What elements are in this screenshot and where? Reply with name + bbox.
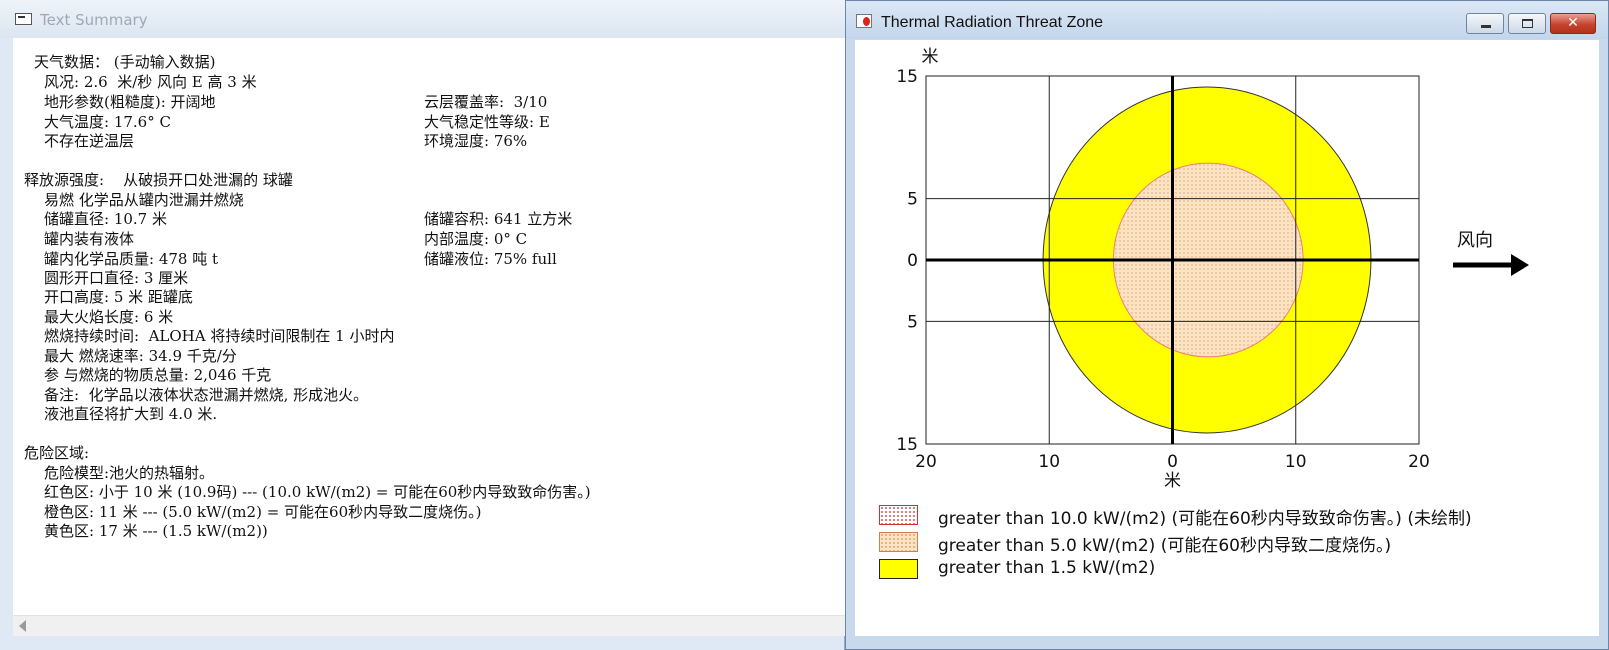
summary-line: 开口高度: 5 米 距罐底 [44,288,193,306]
summary-line: 备注: 化学品以液体状态泄漏并燃烧, 形成池火。 [44,386,369,404]
summary-line: 危险模型:池火的热辐射。 [44,464,215,482]
summary-line: 储罐容积: 641 立方米 [424,210,573,228]
summary-line: 橙色区: 11 米 --- (5.0 kW/(m2) = 可能在60秒内导致二度… [44,503,482,521]
summary-line: 风况: 2.6 米/秒 风向 E 高 3 米 [44,73,257,91]
maximize-button[interactable] [1508,13,1546,34]
summary-line: 云层覆盖率: 3/10 [424,93,548,111]
legend-swatch-red [879,505,918,525]
summary-line: 环境湿度: 76% [424,132,528,150]
legend-label: greater than 5.0 kW/(m2) (可能在60秒内导致二度烧伤。… [938,536,1392,556]
y-tick-label: 5 [907,190,918,210]
close-icon: ✕ [1567,15,1579,31]
summary-line: 易燃 化学品从罐内泄漏并燃烧 [44,191,244,209]
scroll-left-arrow-icon[interactable] [19,620,26,632]
minimize-icon [1481,25,1491,28]
summary-line: 参 与燃烧的物质总量: 2,046 千克 [44,366,272,384]
threat-zone-titlebar[interactable]: Thermal Radiation Threat Zone ✕ [846,1,1608,39]
summary-line: 圆形开口直径: 3 厘米 [44,269,189,287]
summary-line: 黄色区: 17 米 --- (1.5 kW/(m2)) [44,522,268,540]
summary-line: 最大 燃烧速率: 34.9 千克/分 [44,347,237,365]
threat-zone-window: Thermal Radiation Threat Zone ✕ 20 10 0 10 2… [845,0,1609,650]
summary-line: 储罐液位: 75% full [424,250,557,268]
window-icon [15,13,32,25]
summary-line: 大气稳定性等级: E [424,113,550,131]
y-tick-label: 0 [907,251,918,271]
threat-zone-chart: 20 10 0 10 201550515米米 风向 [896,47,1529,490]
x-tick-label: 10 [1038,452,1060,472]
maximize-icon [1522,19,1533,28]
y-tick-label: 15 [896,435,918,455]
window-title: Thermal Radiation Threat Zone [881,14,1104,31]
text-summary-window: Text Summary 天气数据： (手动输入数据) 风况: 2.6 米/秒 … [0,0,845,650]
summary-line: 地形参数(粗糙度): 开阔地 [44,93,216,111]
x-tick-label: 0 [1167,452,1178,472]
summary-line: 储罐直径: 10.7 米 [44,210,167,228]
summary-line: 罐内装有液体 [44,230,135,248]
wind-arrow-icon [1453,254,1529,276]
horizontal-scrollbar[interactable] [13,615,845,636]
summary-line: 大气温度: 17.6° C [44,113,171,131]
summary-line: 罐内化学品质量: 478 吨 t [44,250,219,268]
text-summary-titlebar[interactable]: Text Summary [0,0,845,38]
x-tick-label: 20 [915,452,937,472]
summary-line: 红色区: 小于 10 米 (10.9码) --- (10.0 kW/(m2) =… [44,483,591,501]
x-tick-label: 20 [1408,452,1430,472]
summary-line: 天气数据： (手动输入数据) [34,53,216,71]
legend-swatch-orange [879,532,918,552]
window-title: Text Summary [40,11,148,29]
threat-zone-plot-area: 20 10 0 10 20 15 5 0 5 15 米米 风向 greater than 10.0 … [855,40,1599,636]
y-tick-label: 15 [896,67,918,87]
x-tick-label: 10 [1285,452,1307,472]
legend-label: greater than 10.0 kW/(m2) (可能在60秒内导致致命伤害… [938,509,1472,529]
summary-line: 不存在逆温层 [44,132,135,150]
y-unit-label: 米 [922,47,939,67]
summary-line: 液池直径将扩大到 4.0 米. [44,405,218,423]
minimize-button[interactable] [1466,13,1504,34]
summary-line: 燃烧持续时间: ALOHA 将持续时间限制在 1 小时内 [44,327,395,345]
y-tick-label: 5 [907,312,918,332]
x-unit-label: 米 [1164,471,1181,490]
app-icon [856,14,872,28]
summary-line: 最大火焰长度: 6 米 [44,308,174,326]
legend-label: greater than 1.5 kW/(m2) [938,558,1156,578]
legend-swatch-yellow [879,559,918,579]
summary-line: 释放源强度: 从破损开口处泄漏的 球罐 [24,171,293,189]
summary-text-area[interactable]: 天气数据： (手动输入数据) 风况: 2.6 米/秒 风向 E 高 3 米 地形… [13,38,845,615]
summary-line: 危险区域: [24,444,90,462]
wind-direction-label: 风向 [1457,230,1493,251]
close-button[interactable]: ✕ [1550,13,1596,34]
summary-line: 内部温度: 0° C [424,230,528,248]
